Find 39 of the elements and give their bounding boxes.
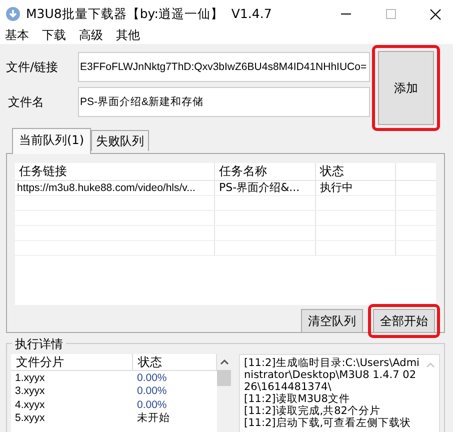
log-line: [11:2]读取M3U8文件 bbox=[244, 393, 351, 405]
log-line: [11:2]读取完成,共82个分片 bbox=[244, 405, 382, 417]
menu-item[interactable]: 高级 bbox=[79, 28, 103, 44]
table-cell: PS-界面介绍&... bbox=[215, 181, 316, 195]
column-header[interactable]: 任务链接 bbox=[15, 163, 215, 180]
queue-button[interactable]: 全部开始 bbox=[373, 309, 435, 333]
table-cell: https://m3u8.huke88.com/video/hls/v... bbox=[15, 181, 215, 195]
scroll-up-icon[interactable] bbox=[220, 359, 228, 365]
segment-status: 未开始 bbox=[136, 411, 171, 426]
group-title: 执行详情 bbox=[12, 336, 66, 353]
segment-file: 5.xyyx bbox=[14, 412, 46, 424]
queue-button[interactable]: 清空队列 bbox=[301, 309, 363, 333]
column-header[interactable]: 文件分片 bbox=[11, 354, 133, 370]
filename-input[interactable]: PS-界面介绍&新建和存储 bbox=[78, 87, 370, 117]
segment-file: 3.xyyx bbox=[14, 385, 46, 398]
maximize-icon[interactable] bbox=[386, 9, 396, 19]
segment-status: 0.00% bbox=[136, 372, 168, 384]
segment-file: 4.xyyx bbox=[14, 398, 46, 411]
column-header[interactable]: 任务名称 bbox=[215, 163, 316, 180]
window-title: M3U8批量下载器【by:逍遥一仙】 V1.4.7 bbox=[26, 6, 272, 22]
segment-status: 0.00% bbox=[136, 398, 168, 411]
link-input[interactable]: E3FFoFLWJnNktg7ThD:Qxv3bIwZ6BU4s8M4ID41NHhIUCo= bbox=[78, 52, 370, 82]
tab[interactable]: 当前队列(1) bbox=[12, 128, 91, 154]
segment-file: 1.xyyx bbox=[14, 372, 46, 384]
log-line: [11:2]生成临时目录:C:\Users\Administrator\Desktop\M3U8 1.4.7 0226\1614481374\ bbox=[244, 357, 420, 393]
download-icon bbox=[6, 7, 20, 21]
table-cell: 执行中 bbox=[316, 181, 396, 195]
segment-status: 0.00% bbox=[136, 385, 168, 398]
menu-item[interactable]: 基本 bbox=[5, 28, 29, 44]
tab[interactable]: 失败队列 bbox=[91, 130, 149, 151]
scrollbar-thumb[interactable] bbox=[217, 370, 231, 386]
menu-item[interactable]: 下载 bbox=[42, 28, 66, 44]
filename-label: 文件名 bbox=[7, 94, 45, 110]
add-button[interactable]: 添加 bbox=[378, 51, 434, 125]
log-line: [11:2]启动下载,可查看左侧下载状 bbox=[244, 417, 412, 429]
close-icon[interactable] bbox=[430, 8, 441, 20]
column-header[interactable]: 状态 bbox=[316, 163, 396, 180]
menu-item[interactable]: 其他 bbox=[116, 28, 140, 44]
link-label: 文件/链接 bbox=[6, 58, 60, 76]
